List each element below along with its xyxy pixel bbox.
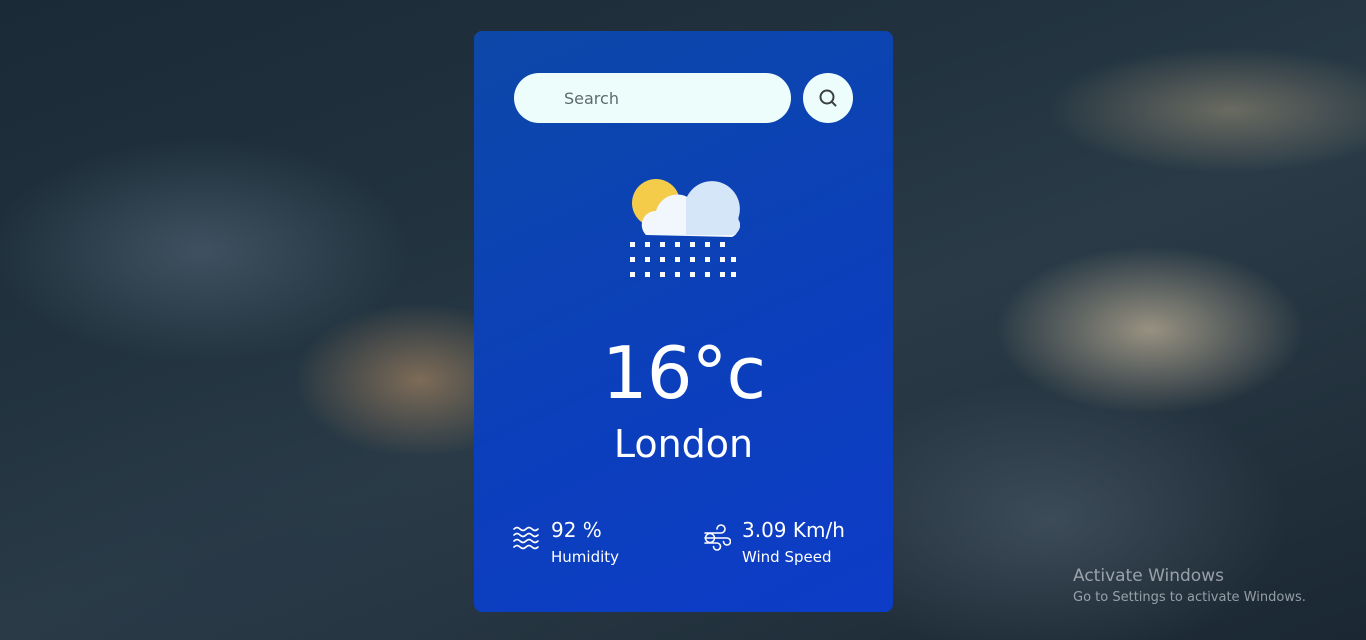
city-name: London: [613, 422, 754, 466]
activation-watermark: Activate Windows Go to Settings to activ…: [1073, 566, 1306, 606]
humidity-text: 92 % Humidity: [551, 517, 619, 567]
search-bar: [514, 73, 853, 123]
search-icon: [819, 89, 837, 107]
wind-value: 3.09 Km/h: [742, 518, 845, 542]
wind-text: 3.09 Km/h Wind Speed: [742, 517, 845, 567]
search-input[interactable]: [514, 73, 791, 123]
wind-detail: 3.09 Km/h Wind Speed: [703, 517, 845, 567]
humidity-value: 92 %: [551, 518, 602, 542]
wind-label: Wind Speed: [742, 548, 832, 566]
cloud-sun-snow-icon: [630, 179, 740, 277]
humidity-label: Humidity: [551, 548, 620, 566]
humidity-waves-icon: [513, 526, 539, 550]
watermark-subtitle: Go to Settings to activate Windows.: [1073, 590, 1306, 605]
weather-card: 16°c London 92 % Humidity 3.09 Km/: [474, 31, 893, 612]
wind-icon: [704, 524, 731, 551]
humidity-detail: 92 % Humidity: [512, 517, 619, 567]
temperature: 16°c: [601, 331, 766, 415]
watermark-title: Activate Windows: [1073, 566, 1224, 586]
search-button[interactable]: [803, 73, 853, 123]
